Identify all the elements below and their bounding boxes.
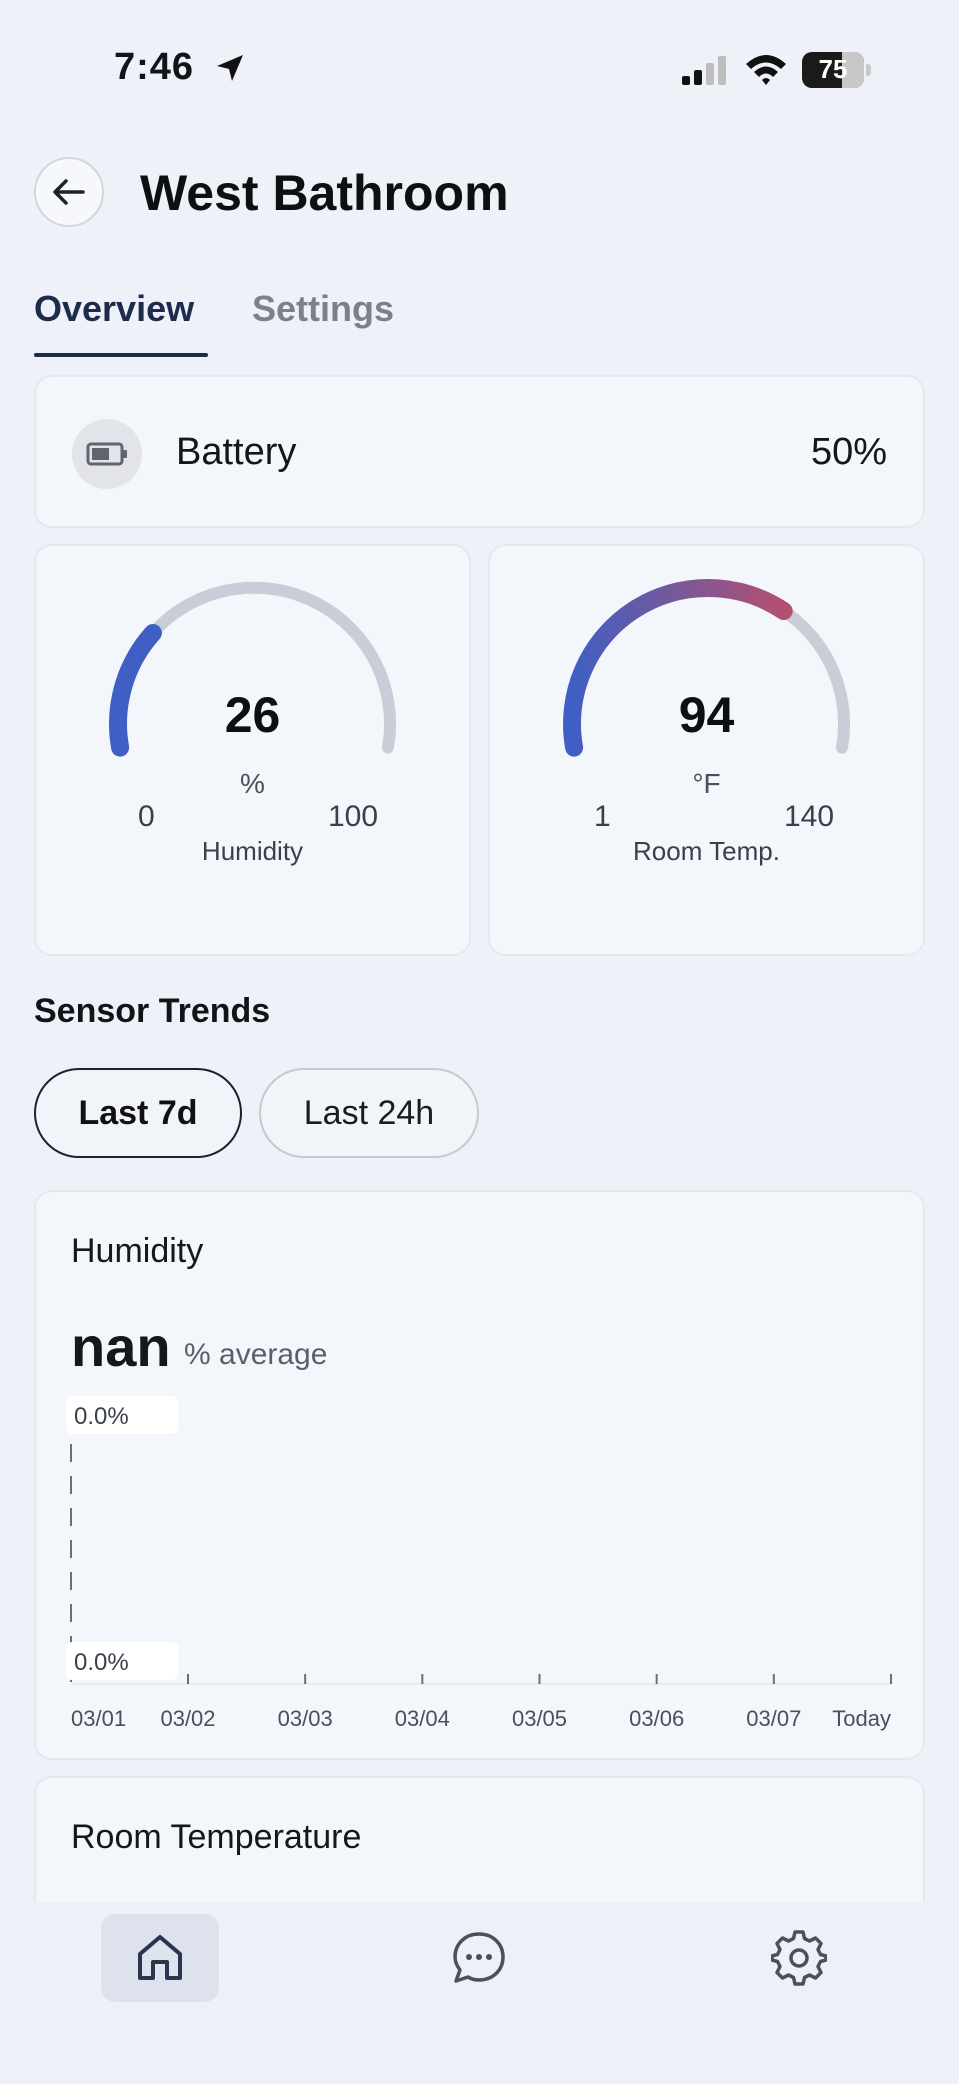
nav-home[interactable] bbox=[101, 1914, 219, 2002]
battery-label: Battery bbox=[176, 431, 297, 473]
range-last-24h-button[interactable]: Last 24h bbox=[259, 1068, 479, 1158]
back-button[interactable] bbox=[34, 157, 104, 227]
y-tick-top-label: 0.0% bbox=[74, 1403, 129, 1430]
temp-gauge-label: Room Temp. bbox=[633, 836, 780, 866]
battery-card: Battery 50% bbox=[34, 375, 925, 528]
status-bar: 7:46 75 bbox=[0, 0, 959, 140]
humidity-chart: 0.0% 0.0% 03/01 03/02 03/03 03/04 03/05 03/06 03… bbox=[66, 1396, 892, 1731]
temp-gauge-min: 1 bbox=[594, 800, 611, 833]
x-tick-label: 03/01 bbox=[71, 1706, 126, 1731]
wifi-icon bbox=[746, 55, 786, 85]
status-time: 7:46 bbox=[114, 46, 195, 88]
x-tick-label: 03/03 bbox=[278, 1706, 333, 1731]
y-tick-bottom-label: 0.0% bbox=[74, 1649, 129, 1676]
humidity-gauge-min: 0 bbox=[138, 800, 155, 833]
cellular-signal-icon bbox=[682, 56, 726, 85]
temp-gauge-value: 94 bbox=[678, 687, 735, 743]
location-arrow-icon bbox=[217, 55, 243, 81]
arrow-left-icon bbox=[53, 179, 85, 205]
x-tick-label: 03/04 bbox=[395, 1706, 450, 1731]
temp-gauge bbox=[563, 579, 850, 757]
temp-gauge-max: 140 bbox=[784, 800, 835, 833]
humidity-gauge-unit: % bbox=[240, 768, 265, 799]
bottom-nav bbox=[0, 1902, 959, 2084]
x-tick-label: 03/07 bbox=[746, 1706, 801, 1731]
page-title: West Bathroom bbox=[140, 165, 509, 221]
x-tick-label: 03/05 bbox=[512, 1706, 567, 1731]
battery-icon-badge bbox=[72, 419, 142, 489]
nav-settings[interactable] bbox=[740, 1914, 858, 2002]
x-tick-label: 03/02 bbox=[160, 1706, 215, 1731]
nav-chat[interactable] bbox=[420, 1914, 538, 2002]
range-last-7d-button[interactable]: Last 7d bbox=[34, 1068, 242, 1158]
humidity-gauge-card: 26 % 0 100 Humidity bbox=[34, 544, 471, 956]
temp-gauge-unit: °F bbox=[692, 768, 721, 799]
humidity-chart-card: Humidity nan % average 0.0% 0.0% 03/01 03/0… bbox=[34, 1190, 925, 1760]
humidity-gauge-value: 26 bbox=[224, 687, 281, 743]
home-icon bbox=[138, 1935, 182, 1980]
battery-value: 50% bbox=[810, 431, 887, 473]
tab-settings[interactable]: Settings bbox=[252, 288, 394, 330]
humidity-gauge-max: 100 bbox=[328, 800, 379, 833]
tab-overview[interactable]: Overview bbox=[34, 288, 194, 330]
gear-icon bbox=[771, 1930, 827, 1986]
chat-icon bbox=[453, 1932, 505, 1983]
room-temperature-chart-title: Room Temperature bbox=[71, 1818, 362, 1856]
battery-status-level: 75 bbox=[818, 54, 848, 84]
tab-active-indicator bbox=[34, 353, 208, 357]
sensor-trends-title: Sensor Trends bbox=[34, 992, 271, 1030]
x-tick-label: Today bbox=[832, 1706, 891, 1731]
humidity-gauge bbox=[109, 581, 396, 757]
x-tick-label: 03/06 bbox=[629, 1706, 684, 1731]
humidity-gauge-label: Humidity bbox=[201, 836, 304, 866]
temp-gauge-card: 94 °F 1 140 Room Temp. bbox=[488, 544, 925, 956]
battery-icon bbox=[86, 442, 127, 466]
battery-status-icon: 75 bbox=[802, 52, 872, 88]
